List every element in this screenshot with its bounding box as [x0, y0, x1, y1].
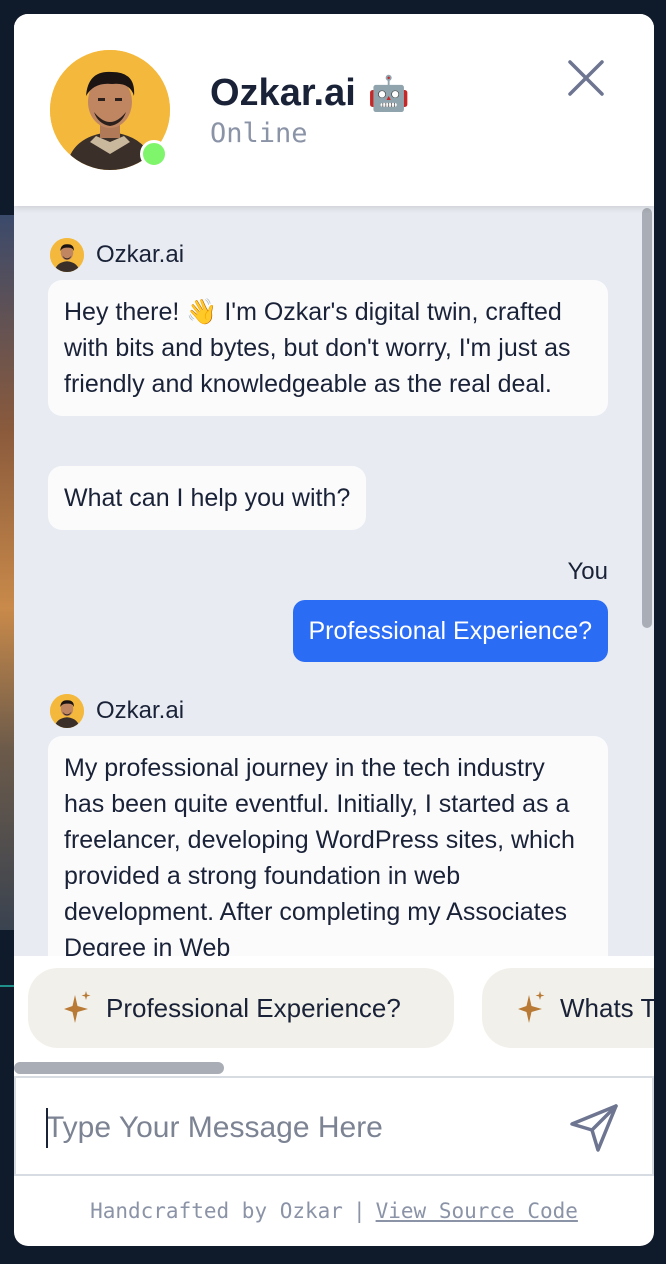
- sparkle-icon: [518, 991, 545, 1023]
- suggestion-chip[interactable]: Professional Experience?: [28, 968, 454, 1048]
- background-image: [0, 215, 14, 930]
- view-source-link[interactable]: View Source Code: [376, 1199, 578, 1223]
- bot-message: My professional journey in the tech indu…: [48, 736, 608, 956]
- send-icon: [570, 1104, 618, 1152]
- suggestion-chip[interactable]: Whats T: [482, 968, 654, 1048]
- message-composer: [14, 1076, 654, 1176]
- suggestion-label: Professional Experience?: [106, 992, 401, 1023]
- message-sender: Ozkar.ai: [50, 694, 184, 728]
- message-sender: Ozkar.ai: [50, 238, 184, 272]
- footer: Handcrafted by Ozkar | View Source Code: [14, 1176, 654, 1246]
- you-label: You: [567, 558, 609, 585]
- background-accent-line: [0, 985, 14, 987]
- bot-message: What can I help you with?: [48, 466, 367, 530]
- close-button[interactable]: [566, 58, 606, 98]
- footer-separator: |: [352, 1199, 366, 1223]
- suggestion-label: Whats T: [560, 992, 654, 1023]
- text-caret: [46, 1108, 48, 1148]
- close-icon: [568, 60, 604, 96]
- chat-header: Ozkar.ai 🤖 Online: [14, 14, 654, 206]
- send-button[interactable]: [568, 1102, 620, 1154]
- bot-message: Hey there! 👋 I'm Ozkar's digital twin, c…: [48, 280, 608, 416]
- bot-name-title: Ozkar.ai 🤖: [210, 72, 410, 115]
- sender-name: Ozkar.ai: [96, 697, 185, 724]
- suggestion-bar: Professional Experience? Whats T: [14, 956, 654, 1076]
- bot-avatar-small: [50, 694, 84, 728]
- chat-widget: Ozkar.ai 🤖 Online Ozkar.ai Hey there! 👋 …: [14, 14, 654, 1246]
- bot-status: Online: [210, 118, 308, 149]
- vertical-scrollbar[interactable]: [640, 206, 654, 956]
- bot-avatar-small: [50, 238, 84, 272]
- message-list[interactable]: Ozkar.ai Hey there! 👋 I'm Ozkar's digita…: [14, 206, 654, 956]
- sender-name: Ozkar.ai: [96, 241, 185, 268]
- online-indicator: [140, 140, 168, 168]
- user-message: Professional Experience?: [292, 600, 608, 662]
- scrollbar-thumb[interactable]: [642, 208, 652, 628]
- robot-icon: 🤖: [367, 74, 411, 113]
- sparkle-icon: [64, 991, 91, 1023]
- horizontal-scrollbar-thumb[interactable]: [14, 1062, 224, 1074]
- message-input[interactable]: [46, 1106, 546, 1150]
- bot-name: Ozkar.ai: [210, 72, 356, 114]
- footer-credit: Handcrafted by Ozkar: [90, 1199, 343, 1223]
